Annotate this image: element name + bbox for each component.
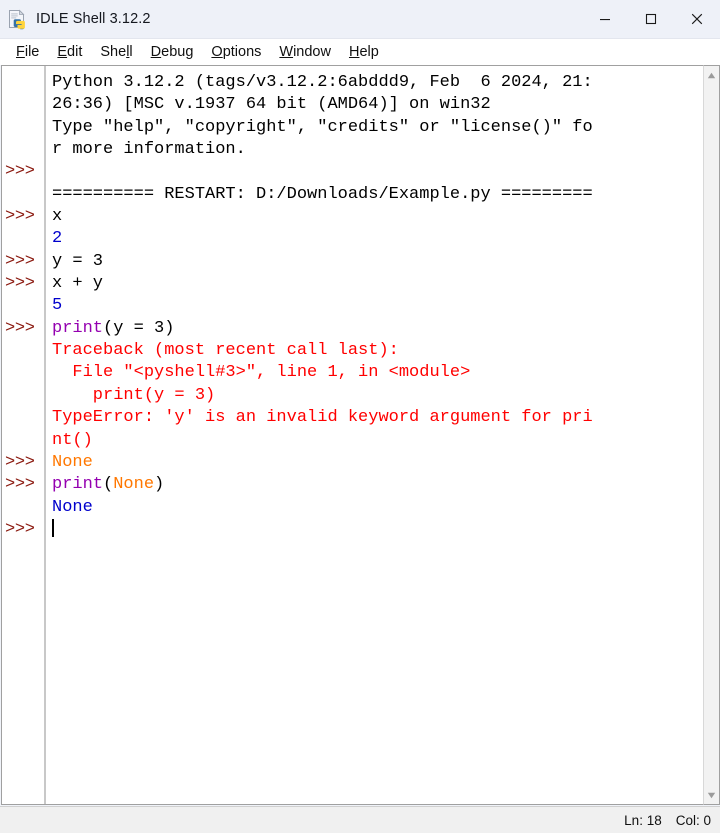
shell-line: x [52, 206, 703, 228]
gutter-blank [2, 117, 44, 139]
shell-text-segment: ) [154, 475, 165, 495]
shell-text-segment: TypeError: 'y' is an invalid keyword arg… [52, 408, 593, 428]
shell-text-segment: print(y = 3) [52, 385, 216, 405]
close-icon [691, 13, 703, 25]
window-title: IDLE Shell 3.12.2 [36, 11, 151, 27]
shell-text-segment: x [52, 207, 63, 227]
menu-item-window[interactable]: Window [270, 42, 340, 62]
prompt-marker: >>> [5, 318, 35, 338]
shell-line: print(y = 3) [52, 318, 703, 340]
shell-text-segment: Python 3.12.2 (tags/v3.12.2:6abddd9, Feb… [52, 73, 593, 92]
menu-item-edit[interactable]: Edit [48, 42, 91, 62]
gutter-blank [2, 340, 44, 362]
menu-item-shell[interactable]: Shell [91, 42, 141, 62]
prompt-marker: >>> [5, 207, 35, 227]
gutter-blank [2, 184, 44, 206]
shell-region: >>> >>> >>> >>> >>> >>> >>> >>> Python 3.12.2 (… [0, 65, 720, 806]
shell-line: File "<pyshell#3>", line 1, in <module> [52, 362, 703, 384]
shell-line: ========== RESTART: D:/Downloads/Example… [52, 184, 703, 206]
minimize-icon [600, 19, 610, 21]
shell-text-segment: None [113, 475, 155, 495]
shell-text-segment: print [52, 318, 104, 338]
gutter-blank [2, 295, 44, 317]
status-bar: Ln: 18 Col: 0 [0, 806, 720, 833]
shell-text-segment: x + y [52, 274, 104, 294]
shell-line: Traceback (most recent call last): [52, 340, 703, 362]
column-indicator: Col: 0 [675, 812, 711, 828]
shell-text-segment: 2 [52, 229, 63, 249]
prompt-marker: >>> [5, 251, 35, 271]
gutter-blank [2, 139, 44, 161]
text-caret [52, 518, 54, 537]
gutter-blank [2, 497, 44, 519]
prompt-marker: >>> [5, 475, 35, 495]
shell-text-segment: 26:36) [MSC v.1937 64 bit (AMD64)] on wi… [52, 95, 491, 115]
prompt-marker: >>> [5, 452, 35, 472]
shell-line: y = 3 [52, 251, 703, 273]
shell-line: print(y = 3) [52, 385, 703, 407]
shell-line: Python 3.12.2 (tags/v3.12.2:6abddd9, Feb… [52, 72, 703, 94]
shell-text-segment: print [52, 475, 104, 495]
menu-item-file[interactable]: File [7, 42, 48, 62]
shell-text-segment: None [52, 497, 93, 517]
gutter-blank [2, 72, 44, 94]
shell-line: 26:36) [MSC v.1937 64 bit (AMD64)] on wi… [52, 94, 703, 116]
gutter-blank [2, 362, 44, 384]
shell-text-segment: Traceback (most recent call last): [52, 341, 399, 361]
shell-text-segment: File "<pyshell#3>", line 1, in <module> [52, 363, 471, 383]
shell-line: 5 [52, 295, 703, 317]
prompt-marker: >>> [5, 519, 35, 539]
gutter-blank [2, 407, 44, 429]
shell-line: TypeError: 'y' is an invalid keyword arg… [52, 407, 703, 429]
shell-line: nt() [52, 430, 703, 452]
menu-item-options[interactable]: Options [202, 42, 270, 62]
close-button[interactable] [674, 0, 720, 38]
shell-text-segment: nt() [52, 430, 93, 450]
prompt-gutter: >>> >>> >>> >>> >>> >>> >>> >>> [2, 66, 46, 804]
shell-text-segment: Type "help", "copyright", "credits" or "… [52, 117, 593, 137]
shell-line: Type "help", "copyright", "credits" or "… [52, 117, 703, 139]
menu-item-debug[interactable]: Debug [142, 42, 203, 62]
shell-line: x + y [52, 273, 703, 295]
maximize-icon [645, 13, 657, 25]
maximize-button[interactable] [628, 0, 674, 38]
prompt-marker: >>> [5, 162, 35, 182]
gutter-blank [2, 385, 44, 407]
shell-text-segment: r more information. [52, 140, 246, 160]
shell-text-segment: (y = 3) [103, 318, 175, 338]
gutter-blank [2, 228, 44, 250]
shell-line [52, 518, 703, 541]
shell-line: 2 [52, 228, 703, 250]
shell-line: None [52, 497, 703, 519]
line-indicator: Ln: 18 [624, 812, 662, 828]
shell-text-area[interactable]: >>> >>> >>> >>> >>> >>> >>> >>> Python 3.12.2 (… [1, 65, 703, 805]
shell-text-segment: y = 3 [52, 251, 104, 271]
prompt-marker: >>> [5, 274, 35, 294]
python-document-icon [6, 8, 28, 30]
scroll-up-arrow-icon[interactable] [704, 68, 719, 82]
gutter-blank [2, 94, 44, 116]
menu-item-help[interactable]: Help [340, 42, 388, 62]
shell-line: r more information. [52, 139, 703, 161]
minimize-button[interactable] [582, 0, 628, 38]
shell-text-segment: ( [103, 475, 114, 495]
vertical-scrollbar[interactable] [703, 65, 720, 805]
title-bar[interactable]: IDLE Shell 3.12.2 [0, 0, 720, 39]
shell-text-segment: ========== RESTART: D:/Downloads/Example… [52, 184, 593, 204]
idle-shell-window: IDLE Shell 3.12.2 File Edit Shell Debug Opti… [0, 0, 720, 833]
shell-text-segment: 5 [52, 296, 63, 316]
gutter-blank [2, 430, 44, 452]
menu-bar: File Edit Shell Debug Options Window Help [0, 39, 720, 65]
window-controls [582, 0, 720, 38]
shell-line: print(None) [52, 474, 703, 496]
scroll-down-arrow-icon[interactable] [704, 788, 719, 802]
shell-text-segment: None [52, 452, 93, 472]
shell-line: None [52, 452, 703, 474]
shell-output-pane[interactable]: Python 3.12.2 (tags/v3.12.2:6abddd9, Feb… [46, 66, 703, 804]
